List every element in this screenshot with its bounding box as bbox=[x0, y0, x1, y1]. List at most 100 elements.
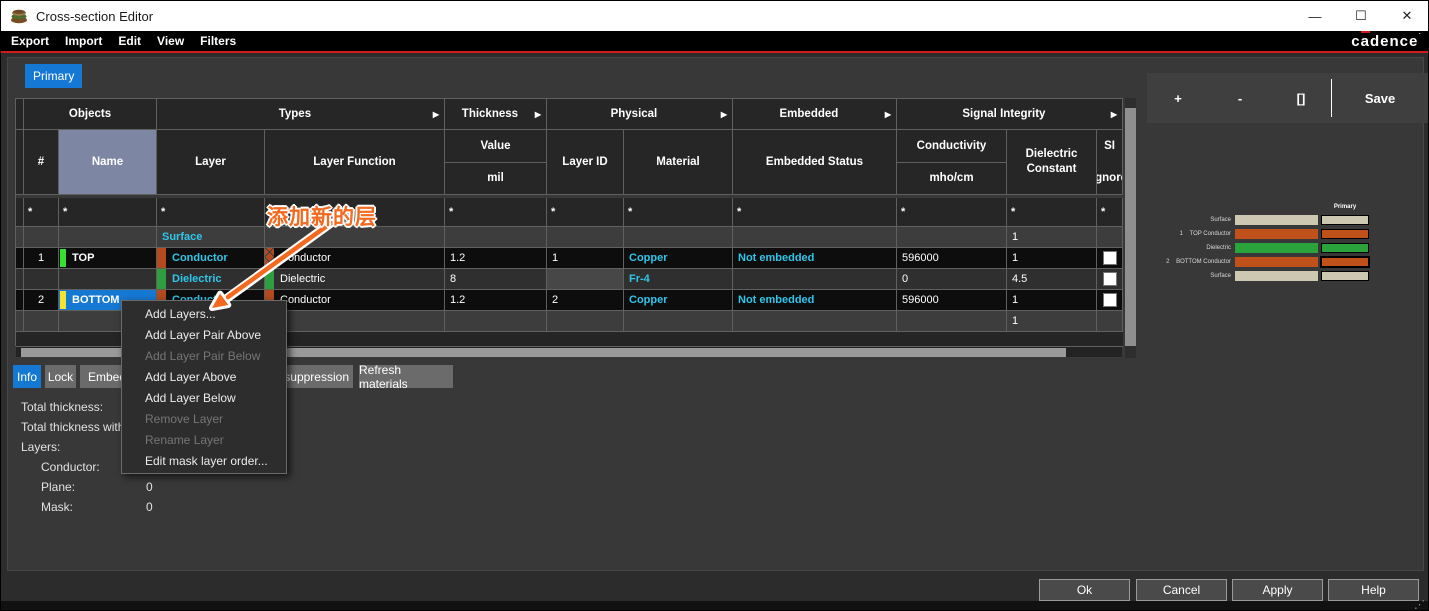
cell-dielectric-constant[interactable]: 1 bbox=[1007, 248, 1097, 269]
table-group-header-row: Objects Types▶ Thickness▶ Physical▶ Embe… bbox=[16, 99, 1123, 130]
cell-embedded-status[interactable]: Not embedded bbox=[733, 290, 897, 311]
filter-material[interactable]: * bbox=[624, 198, 733, 227]
layers-label: Layers: bbox=[21, 440, 60, 454]
tab-info[interactable]: Info bbox=[13, 365, 41, 388]
preview-primary-bottom-conductor-selected[interactable] bbox=[1320, 256, 1370, 268]
group-physical: Physical▶ bbox=[547, 99, 733, 130]
filter-dielectric[interactable]: * bbox=[1007, 198, 1097, 227]
cell-dielectric-constant[interactable]: 1 bbox=[1007, 311, 1097, 332]
cell-dielectric-constant[interactable]: 4.5 bbox=[1007, 269, 1097, 290]
preview-bar-top-conductor[interactable] bbox=[1235, 229, 1318, 239]
filter-thickness[interactable]: * bbox=[445, 198, 547, 227]
menu-add-layer-below[interactable]: Add Layer Below bbox=[122, 387, 286, 408]
fit-button[interactable]: [] bbox=[1271, 73, 1331, 123]
col-conductivity: Conductivity mho/cm bbox=[897, 130, 1007, 195]
cell-material[interactable]: Copper bbox=[624, 248, 733, 269]
plane-count-label: Plane: bbox=[41, 480, 75, 494]
total-thickness-label: Total thickness: bbox=[21, 400, 103, 414]
preview-label-surface-bottom: Surface bbox=[1151, 273, 1231, 279]
preview-primary-dielectric[interactable] bbox=[1321, 243, 1369, 253]
menu-edit-mask-layer-order[interactable]: Edit mask layer order... bbox=[122, 450, 286, 471]
menu-bar: Export Import Edit View Filters cadence˙ bbox=[1, 31, 1429, 53]
preview-bar-bottom-conductor[interactable] bbox=[1235, 257, 1318, 267]
col-layer-id: Layer ID bbox=[547, 130, 624, 195]
preview-bar-dielectric[interactable] bbox=[1235, 243, 1318, 253]
preview-label-surface-top: Surface bbox=[1151, 217, 1231, 223]
resize-grip[interactable]: ⋰ bbox=[1414, 598, 1425, 611]
cancel-button[interactable]: Cancel bbox=[1136, 579, 1227, 601]
filter-name[interactable]: * bbox=[59, 198, 157, 227]
menu-filters[interactable]: Filters bbox=[200, 34, 236, 48]
cell-conductivity[interactable]: 596000 bbox=[897, 290, 1007, 311]
cell-name[interactable]: TOP bbox=[59, 248, 157, 269]
expand-arrow-icon[interactable]: ▶ bbox=[1111, 110, 1117, 119]
si-ignore-checkbox[interactable] bbox=[1103, 272, 1117, 286]
cell-thickness[interactable]: 8 bbox=[445, 269, 547, 290]
save-button[interactable]: Save bbox=[1332, 73, 1428, 123]
preview-bar-surface-top[interactable] bbox=[1235, 215, 1318, 225]
menu-edit[interactable]: Edit bbox=[118, 34, 141, 48]
table-filter-row: * * * * * * * * * * * bbox=[16, 198, 1123, 227]
cell-embedded-status[interactable] bbox=[733, 269, 897, 290]
menu-export[interactable]: Export bbox=[11, 34, 49, 48]
minimize-button[interactable]: — bbox=[1292, 1, 1338, 31]
tab-primary[interactable]: Primary bbox=[25, 64, 82, 88]
maximize-button[interactable]: ☐ bbox=[1338, 1, 1384, 31]
filter-conductivity[interactable]: * bbox=[897, 198, 1007, 227]
col-dielectric-constant: Dielectric Constant bbox=[1007, 130, 1097, 195]
cell-conductivity[interactable]: 596000 bbox=[897, 248, 1007, 269]
col-thickness: Value mil bbox=[445, 130, 547, 195]
preview-bar-surface-bottom[interactable] bbox=[1235, 271, 1318, 281]
cell-conductivity[interactable]: 0 bbox=[897, 269, 1007, 290]
close-button[interactable]: ✕ bbox=[1384, 1, 1429, 31]
cell-thickness[interactable]: 1.2 bbox=[445, 290, 547, 311]
cell-layer-id[interactable]: 1 bbox=[547, 248, 624, 269]
preview-label-dielectric: Dielectric bbox=[1151, 245, 1231, 251]
menu-view[interactable]: View bbox=[157, 34, 184, 48]
vertical-scrollbar[interactable] bbox=[1125, 98, 1136, 358]
gutter-cell bbox=[16, 227, 24, 248]
col-num: # bbox=[24, 130, 59, 195]
gutter-header bbox=[16, 130, 24, 195]
vertical-scrollbar-thumb[interactable] bbox=[1125, 108, 1136, 346]
cell-layer-id[interactable]: 2 bbox=[547, 290, 624, 311]
menu-add-layer-above[interactable]: Add Layer Above bbox=[122, 366, 286, 387]
expand-arrow-icon[interactable]: ▶ bbox=[535, 110, 541, 119]
zoom-in-button[interactable]: + bbox=[1147, 73, 1209, 123]
cell-dielectric-constant[interactable]: 1 bbox=[1007, 290, 1097, 311]
preview-primary-surface-bottom[interactable] bbox=[1321, 271, 1369, 281]
cell-thickness[interactable]: 1.2 bbox=[445, 248, 547, 269]
tab-lock[interactable]: Lock bbox=[45, 365, 76, 388]
cell-num[interactable]: 2 bbox=[24, 290, 59, 311]
expand-arrow-icon[interactable]: ▶ bbox=[433, 110, 439, 119]
ok-button[interactable]: Ok bbox=[1039, 579, 1130, 601]
filter-layer-id[interactable]: * bbox=[547, 198, 624, 227]
zoom-out-button[interactable]: - bbox=[1209, 73, 1271, 123]
preview-primary-top-conductor[interactable] bbox=[1321, 229, 1369, 239]
si-ignore-checkbox[interactable] bbox=[1103, 251, 1117, 265]
si-ignore-checkbox[interactable] bbox=[1103, 293, 1117, 307]
cell-embedded-status[interactable]: Not embedded bbox=[733, 248, 897, 269]
preview-primary-surface-top[interactable] bbox=[1321, 215, 1369, 225]
cell-num[interactable]: 1 bbox=[24, 248, 59, 269]
help-button[interactable]: Help bbox=[1328, 579, 1419, 601]
cell-layer-id[interactable] bbox=[547, 269, 624, 290]
expand-arrow-icon[interactable]: ▶ bbox=[721, 110, 727, 119]
layer-color-chip bbox=[60, 291, 66, 309]
cell-material[interactable]: Fr-4 bbox=[624, 269, 733, 290]
menu-rename-layer: Rename Layer bbox=[122, 429, 286, 450]
table-row-top: 1 TOP Conductor Conductor 1.2 1 Copper N… bbox=[16, 248, 1123, 269]
apply-button[interactable]: Apply bbox=[1232, 579, 1323, 601]
col-layer: Layer bbox=[157, 130, 265, 195]
menu-add-layer-pair-above[interactable]: Add Layer Pair Above bbox=[122, 324, 286, 345]
gutter-header bbox=[16, 99, 24, 130]
tab-refresh-materials[interactable]: Refresh materials bbox=[359, 365, 453, 388]
filter-embedded[interactable]: * bbox=[733, 198, 897, 227]
filter-num[interactable]: * bbox=[24, 198, 59, 227]
cell-dielectric-constant[interactable]: 1 bbox=[1007, 227, 1097, 248]
expand-arrow-icon[interactable]: ▶ bbox=[885, 110, 891, 119]
filter-si[interactable]: * bbox=[1097, 198, 1123, 227]
cell-material[interactable]: Copper bbox=[624, 290, 733, 311]
col-si-ignore: SI Ignore bbox=[1097, 130, 1123, 195]
menu-import[interactable]: Import bbox=[65, 34, 102, 48]
